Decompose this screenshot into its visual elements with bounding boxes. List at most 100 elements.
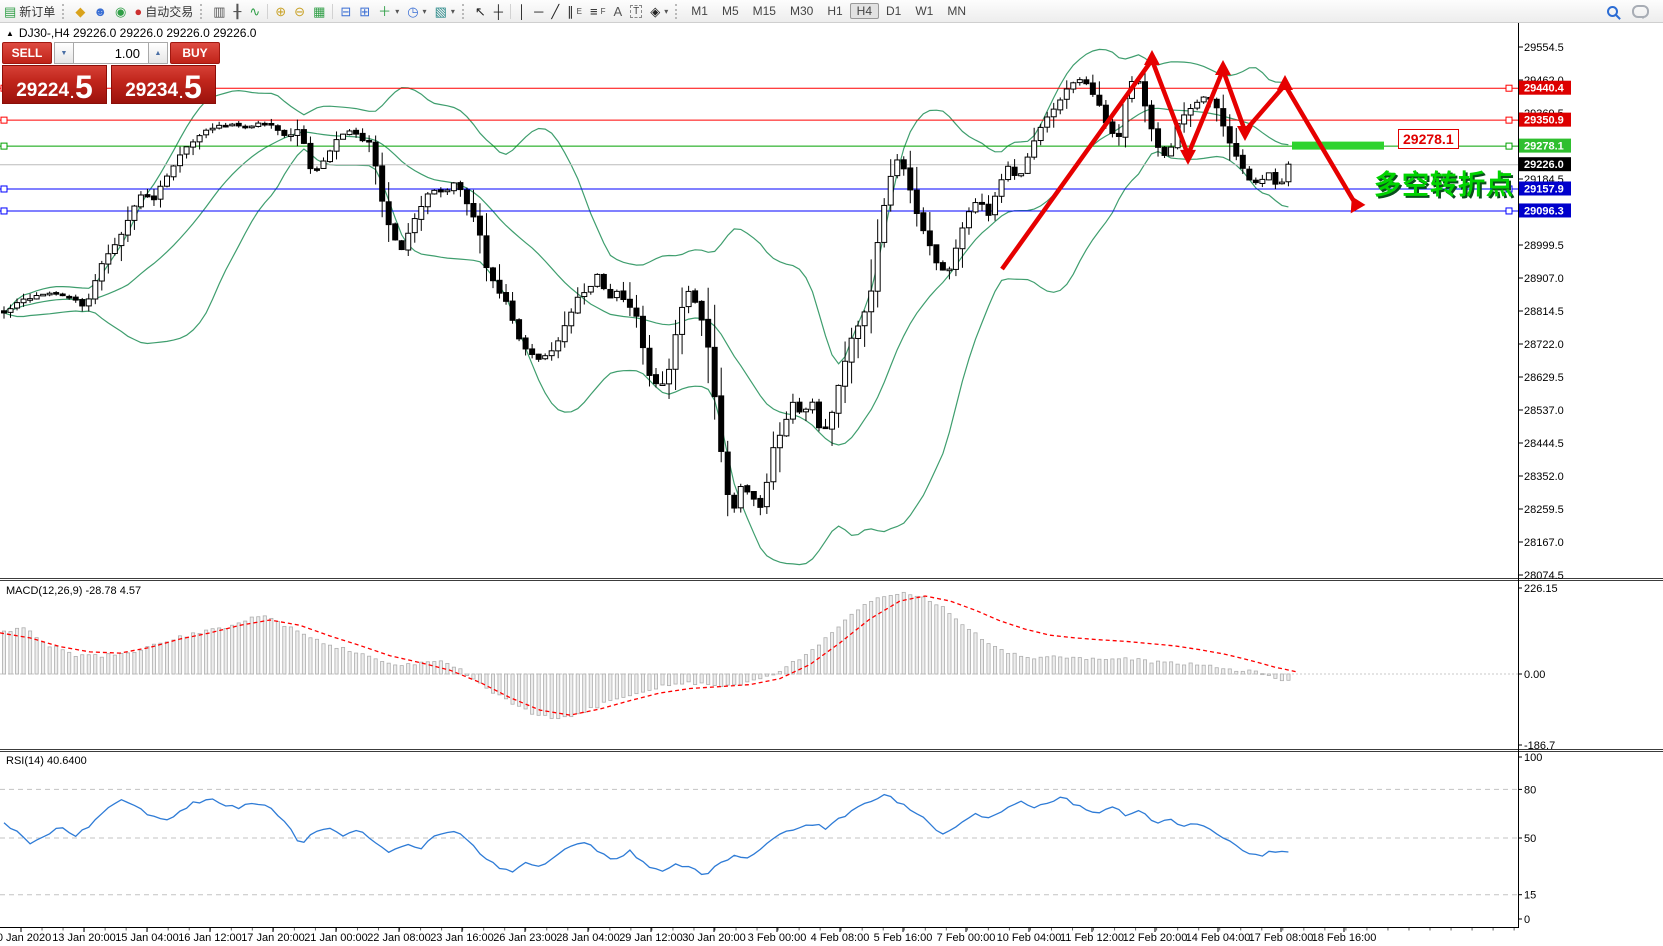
macd-histogram-bar bbox=[699, 673, 704, 684]
macd-histogram-bar bbox=[901, 591, 906, 675]
volume-increase-button[interactable]: ▲ bbox=[148, 42, 168, 64]
line-chart-button[interactable]: ∿ bbox=[245, 2, 264, 20]
macd-histogram-bar bbox=[536, 673, 541, 716]
macd-histogram-bar bbox=[1038, 656, 1043, 675]
timeframe-m5[interactable]: M5 bbox=[715, 3, 746, 19]
vline-tool-button[interactable]: │ bbox=[514, 2, 530, 20]
timeframe-w1[interactable]: W1 bbox=[908, 3, 940, 19]
candle-body bbox=[555, 340, 562, 352]
trading-app-window: { "toolbar": { "new_order_label": "新订单",… bbox=[0, 0, 1663, 946]
toolbar-separator bbox=[332, 3, 334, 19]
macd-histogram-bar bbox=[34, 637, 39, 675]
candle-chart-button[interactable]: ╂ bbox=[230, 2, 246, 20]
zigzag-arrowhead bbox=[1350, 196, 1366, 214]
candle-body bbox=[463, 189, 470, 205]
arrange-a-button[interactable]: ⊟ bbox=[336, 2, 355, 20]
search-icon[interactable] bbox=[1607, 5, 1618, 17]
macd-histogram-bar bbox=[217, 627, 222, 675]
arrows-tool-button[interactable]: ◈ ▾ bbox=[646, 2, 672, 20]
collapse-icon[interactable]: ▲ bbox=[6, 29, 14, 38]
candle-body bbox=[829, 411, 836, 430]
level-anchor bbox=[0, 142, 8, 150]
period-clock-button[interactable]: ◷ ▾ bbox=[403, 2, 430, 20]
volume-decrease-button[interactable]: ▼ bbox=[54, 42, 74, 64]
candle-body bbox=[783, 418, 790, 437]
candle-body bbox=[14, 302, 21, 309]
macd-histogram-bar bbox=[321, 643, 326, 675]
macd-histogram-bar bbox=[1123, 657, 1128, 675]
timeframe-h1[interactable]: H1 bbox=[820, 3, 849, 19]
fibonacci-tool-button[interactable]: ≡ F bbox=[586, 2, 609, 20]
one-click-trading-panel: SELL ▼ 1.00 ▲ BUY 29224 . 5 29234 . 5 bbox=[2, 42, 220, 104]
chart-shift-button[interactable]: ▧ ▾ bbox=[431, 2, 459, 20]
chat-icon[interactable] bbox=[1632, 4, 1649, 19]
bar-chart-button[interactable]: ▥ bbox=[209, 2, 229, 20]
market-watch-button[interactable]: ◆ bbox=[71, 2, 89, 20]
candle-body bbox=[300, 129, 307, 144]
signals-button[interactable]: ◉ bbox=[111, 2, 130, 20]
timeframe-m15[interactable]: M15 bbox=[746, 3, 783, 19]
timeframe-d1[interactable]: D1 bbox=[879, 3, 908, 19]
macd-histogram-bar bbox=[178, 635, 183, 675]
channel-tool-button[interactable]: ∥ E bbox=[563, 2, 586, 20]
label-tool-button[interactable]: T bbox=[626, 2, 646, 20]
zoom-out-button[interactable]: ⊖ bbox=[290, 2, 309, 20]
buy-price-box[interactable]: 29234 . 5 bbox=[111, 65, 216, 104]
toolbar-separator bbox=[510, 3, 511, 19]
macd-histogram-bar bbox=[54, 645, 59, 675]
turning-point-note[interactable]: 多空转折点 bbox=[1374, 163, 1514, 202]
zoom-in-button[interactable]: ⊕ bbox=[271, 2, 290, 20]
macd-histogram-bar bbox=[458, 668, 463, 675]
candle-body bbox=[868, 290, 875, 313]
time-tick-label: 15 Jan 04:00 bbox=[115, 932, 179, 944]
candle-body bbox=[881, 204, 888, 243]
timeframe-m1[interactable]: M1 bbox=[684, 3, 715, 19]
crosshair-button[interactable]: ┼ bbox=[490, 2, 507, 20]
macd-histogram-bar bbox=[471, 673, 476, 680]
candle-body bbox=[424, 193, 431, 208]
hline-tool-button[interactable]: ─ bbox=[530, 2, 547, 20]
bollinger-middle-band bbox=[3, 107, 1289, 446]
macd-histogram-bar bbox=[67, 651, 72, 675]
trendline-icon: ╱ bbox=[551, 3, 560, 19]
price-level-label[interactable]: 29278.1 bbox=[1398, 129, 1459, 149]
arrange-b-button[interactable]: ⊞ bbox=[355, 2, 374, 20]
tile-windows-button[interactable]: ▦ bbox=[309, 2, 329, 20]
price-level-chip-label: 29350.9 bbox=[1524, 115, 1564, 127]
terminal-button[interactable]: ☻ bbox=[89, 2, 111, 20]
zigzag-arrowhead bbox=[1237, 126, 1253, 142]
sell-button[interactable]: SELL bbox=[2, 42, 52, 64]
candle-body bbox=[294, 129, 301, 136]
macd-histogram-bar bbox=[908, 594, 913, 675]
timeframe-mn[interactable]: MN bbox=[940, 3, 973, 19]
cursor-button[interactable]: ↖ bbox=[471, 2, 490, 20]
add-chart-button[interactable]: ＋ ▾ bbox=[374, 2, 403, 20]
time-tick-label: 4 Feb 08:00 bbox=[811, 932, 870, 944]
candle-body bbox=[46, 292, 53, 296]
timeframe-h4[interactable]: H4 bbox=[849, 3, 880, 19]
candle-body bbox=[842, 360, 849, 387]
macd-histogram-bar bbox=[334, 647, 339, 675]
macd-histogram-bar bbox=[1240, 670, 1245, 675]
new-order-button[interactable]: ▤ 新订单 bbox=[0, 2, 59, 20]
zoom-in-icon: ⊕ bbox=[275, 3, 287, 19]
macd-histogram-bar bbox=[47, 646, 52, 675]
candle-body bbox=[287, 134, 294, 137]
volume-value[interactable]: 1.00 bbox=[74, 42, 148, 64]
text-tool-button[interactable]: A bbox=[610, 2, 627, 20]
trendline-tool-button[interactable]: ╱ bbox=[547, 2, 563, 20]
timeframe-m30[interactable]: M30 bbox=[783, 3, 820, 19]
candle-body bbox=[79, 299, 86, 307]
macd-histogram-bar bbox=[530, 673, 535, 715]
candle-body bbox=[887, 175, 894, 206]
macd-histogram-bar bbox=[595, 673, 600, 709]
sell-price-box[interactable]: 29224 . 5 bbox=[2, 65, 107, 104]
buy-button[interactable]: BUY bbox=[170, 42, 220, 64]
candle-body bbox=[137, 194, 144, 208]
candle-body bbox=[450, 182, 457, 192]
macd-histogram-bar bbox=[980, 639, 985, 675]
candle-body bbox=[1109, 121, 1116, 134]
auto-trading-button[interactable]: ● 自动交易 bbox=[130, 2, 197, 20]
candle-body bbox=[1063, 88, 1070, 100]
macd-histogram-bar bbox=[569, 673, 574, 718]
